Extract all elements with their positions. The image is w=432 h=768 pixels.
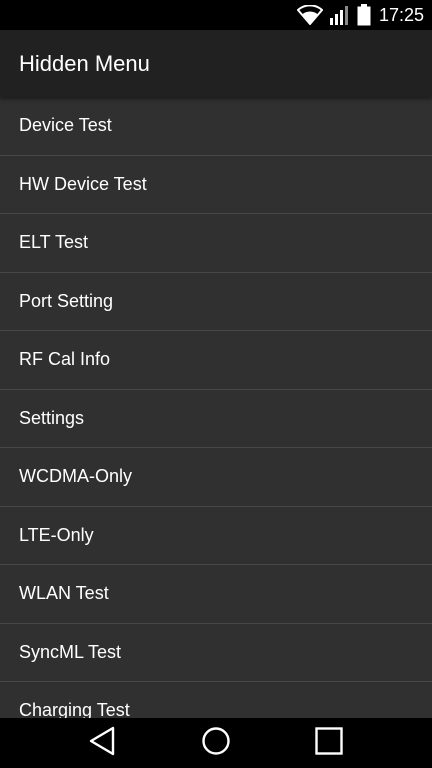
home-button[interactable] bbox=[194, 718, 238, 768]
recents-button[interactable] bbox=[307, 718, 351, 768]
menu-item-device-test[interactable]: Device Test bbox=[0, 97, 432, 156]
signal-icon bbox=[329, 4, 351, 26]
battery-icon bbox=[357, 4, 371, 26]
back-icon bbox=[88, 726, 116, 761]
menu-item-charging-test[interactable]: Charging Test bbox=[0, 682, 432, 718]
status-time: 17:25 bbox=[378, 4, 424, 25]
menu-item-wcdma-only[interactable]: WCDMA-Only bbox=[0, 448, 432, 507]
menu-item-hw-device-test[interactable]: HW Device Test bbox=[0, 156, 432, 214]
recents-icon bbox=[314, 726, 344, 761]
menu-item-settings[interactable]: Settings bbox=[0, 390, 432, 448]
wifi-icon bbox=[296, 5, 323, 25]
menu-item-lte-only[interactable]: LTE-Only bbox=[0, 507, 432, 565]
menu-item-elt-test[interactable]: ELT Test bbox=[0, 214, 432, 273]
status-bar: 17:25 bbox=[0, 0, 432, 30]
menu-item-rf-cal-info[interactable]: RF Cal Info bbox=[0, 331, 432, 390]
navigation-bar bbox=[0, 718, 432, 768]
menu-list[interactable]: Device Test HW Device Test ELT Test Port… bbox=[0, 97, 432, 718]
hidden-menu-screen: 17:25 Hidden Menu Device Test HW Device … bbox=[0, 0, 432, 768]
menu-item-syncml-test[interactable]: SyncML Test bbox=[0, 624, 432, 682]
home-icon bbox=[201, 726, 231, 761]
page-title: Hidden Menu bbox=[19, 50, 150, 76]
menu-item-wlan-test[interactable]: WLAN Test bbox=[0, 565, 432, 624]
app-bar: Hidden Menu bbox=[0, 30, 432, 97]
menu-item-port-setting[interactable]: Port Setting bbox=[0, 273, 432, 331]
back-button[interactable] bbox=[80, 718, 124, 768]
